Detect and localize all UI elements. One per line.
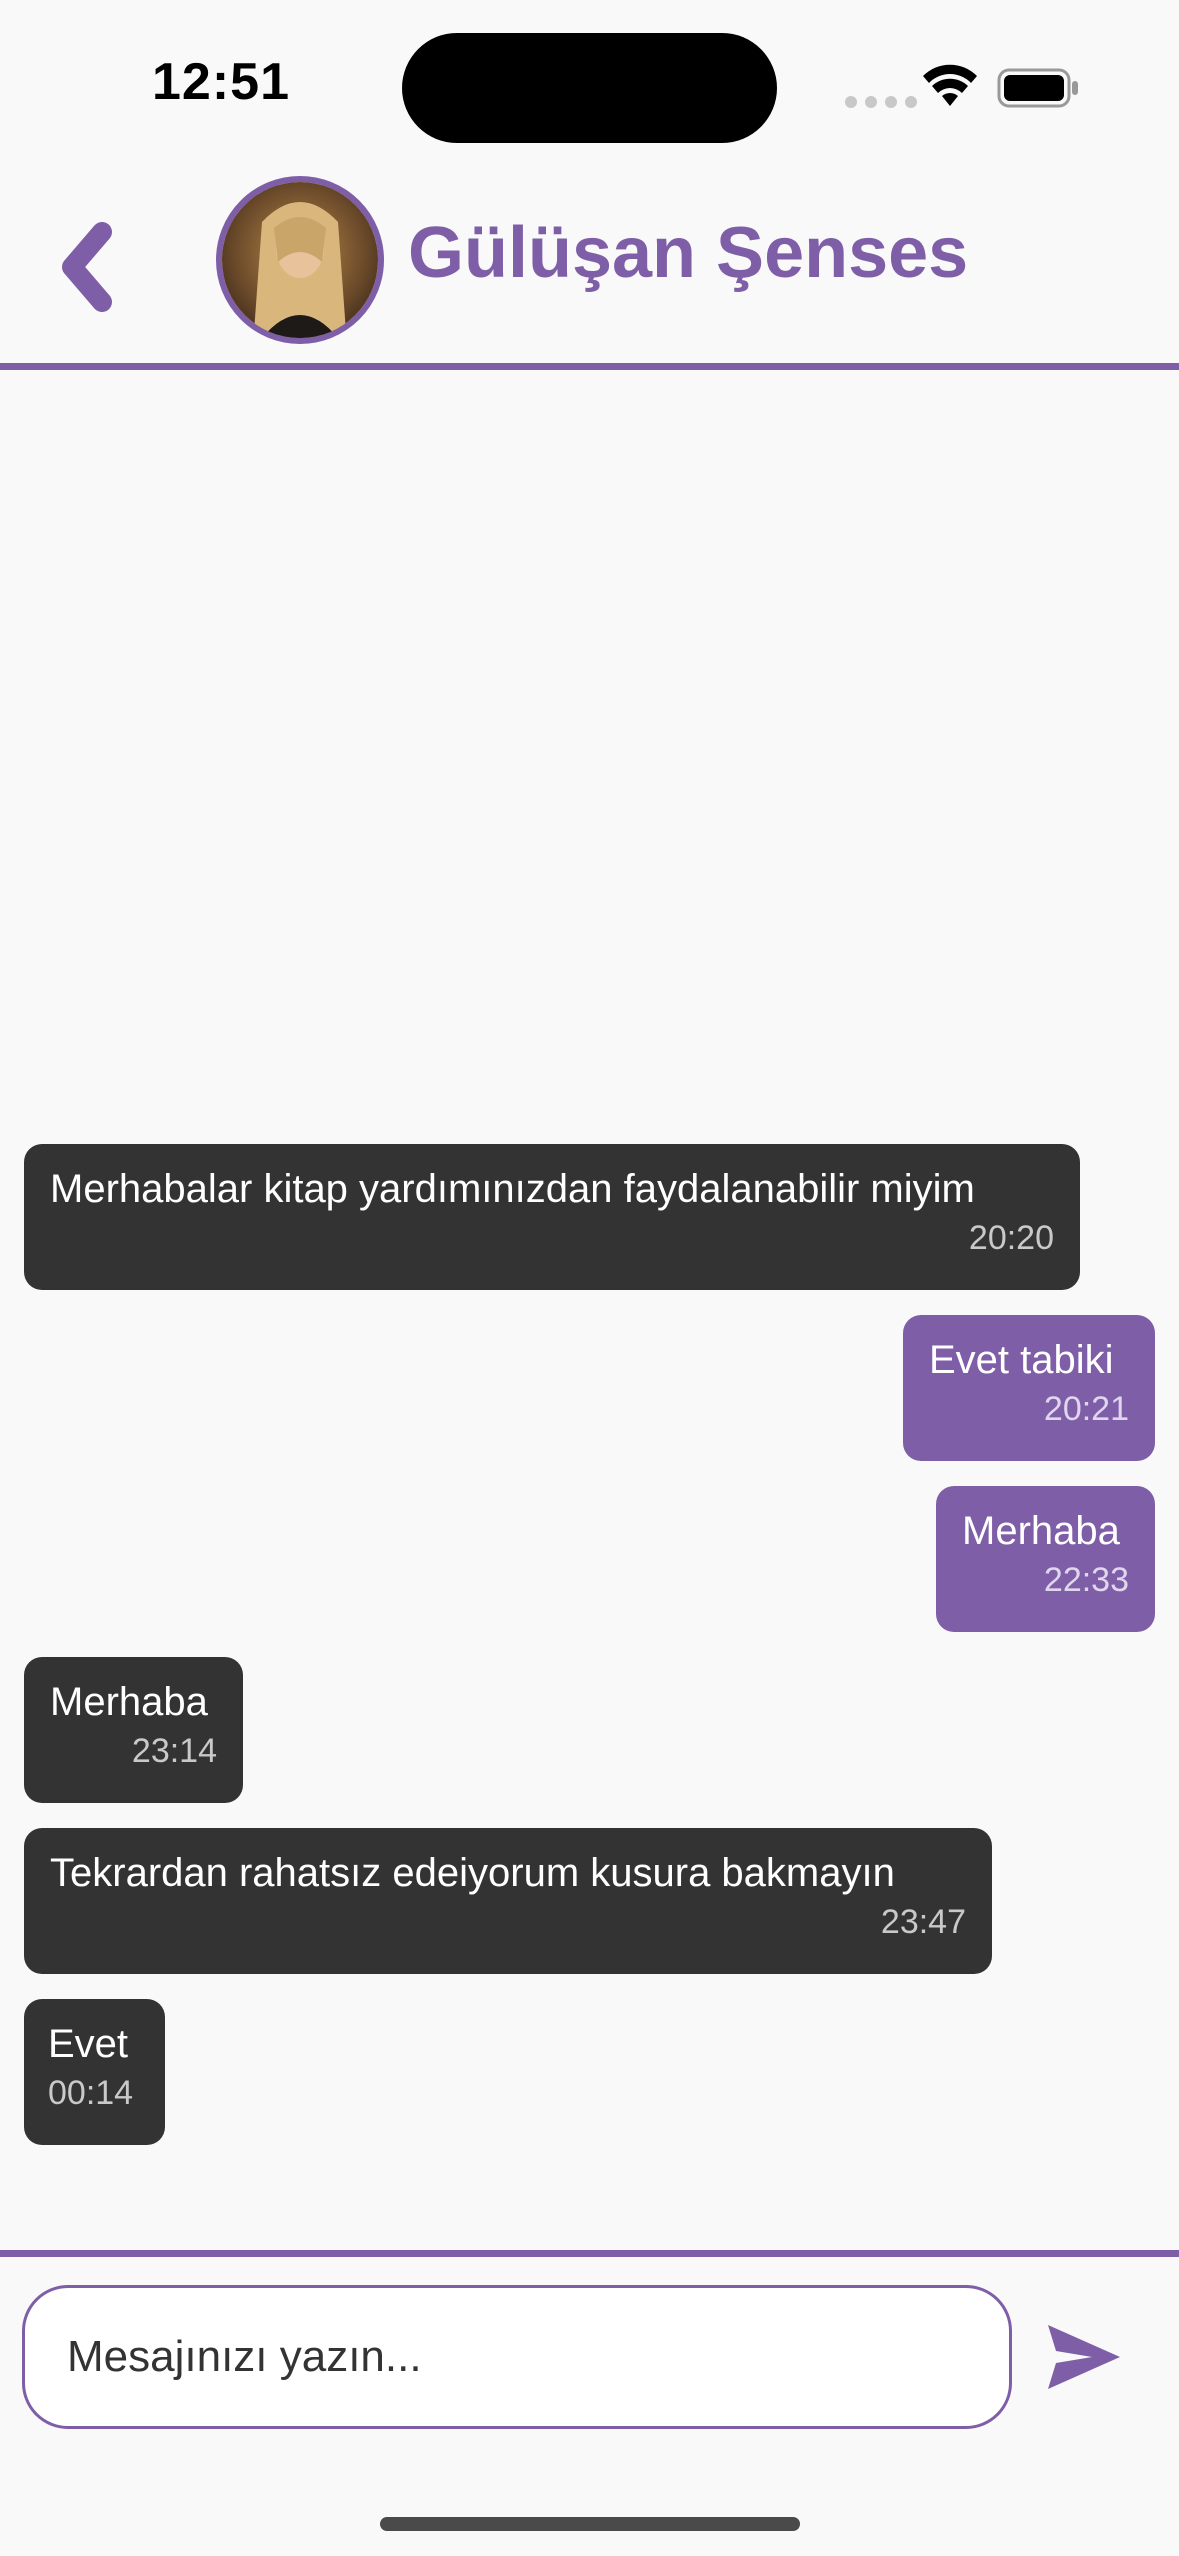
message-text: Evet (48, 2022, 129, 2066)
wifi-icon (923, 64, 977, 106)
dynamic-island (402, 33, 777, 143)
message-bubble-incoming[interactable]: Merhaba 23:14 (24, 1657, 243, 1803)
contact-name: Gülüşan Şenses (408, 213, 969, 293)
message-time: 20:21 (1043, 1390, 1129, 1428)
message-list: Merhabalar kitap yardımınızdan faydalana… (0, 370, 1179, 2250)
message-time: 20:20 (968, 1219, 1054, 1257)
battery-icon (997, 68, 1078, 108)
message-text: Merhaba (50, 1680, 208, 1724)
message-text: Evet tabiki (929, 1338, 1114, 1382)
avatar[interactable] (216, 176, 384, 344)
chat-header: Gülüşan Şenses (0, 160, 1179, 370)
message-text: Tekrardan rahatsız edeiyorum kusura bakm… (50, 1851, 895, 1895)
send-icon[interactable] (1046, 2323, 1122, 2391)
composer (0, 2257, 1179, 2556)
cellular-signal-icon (845, 96, 917, 108)
avatar-photo (222, 182, 378, 338)
message-text: Merhaba (962, 1509, 1120, 1553)
message-time: 23:14 (131, 1732, 217, 1770)
status-time: 12:51 (152, 53, 290, 111)
message-time: 22:33 (1043, 1561, 1129, 1599)
back-button[interactable] (50, 222, 120, 312)
message-bubble-incoming[interactable]: Merhabalar kitap yardımınızdan faydalana… (24, 1144, 1080, 1290)
message-time: 23:47 (880, 1903, 966, 1941)
message-bubble-outgoing[interactable]: Evet tabiki 20:21 (903, 1315, 1155, 1461)
message-time: 00:14 (48, 2074, 134, 2112)
message-bubble-outgoing[interactable]: Merhaba 22:33 (936, 1486, 1155, 1632)
message-bubble-incoming[interactable]: Tekrardan rahatsız edeiyorum kusura bakm… (24, 1828, 992, 1974)
composer-divider (0, 2250, 1179, 2257)
status-bar: 12:51 (0, 0, 1179, 160)
message-bubble-incoming[interactable]: Evet 00:14 (24, 1999, 165, 2145)
home-indicator (380, 2517, 800, 2531)
header-divider (0, 363, 1179, 370)
message-input[interactable] (22, 2285, 1012, 2429)
message-text: Merhabalar kitap yardımınızdan faydalana… (50, 1167, 975, 1211)
